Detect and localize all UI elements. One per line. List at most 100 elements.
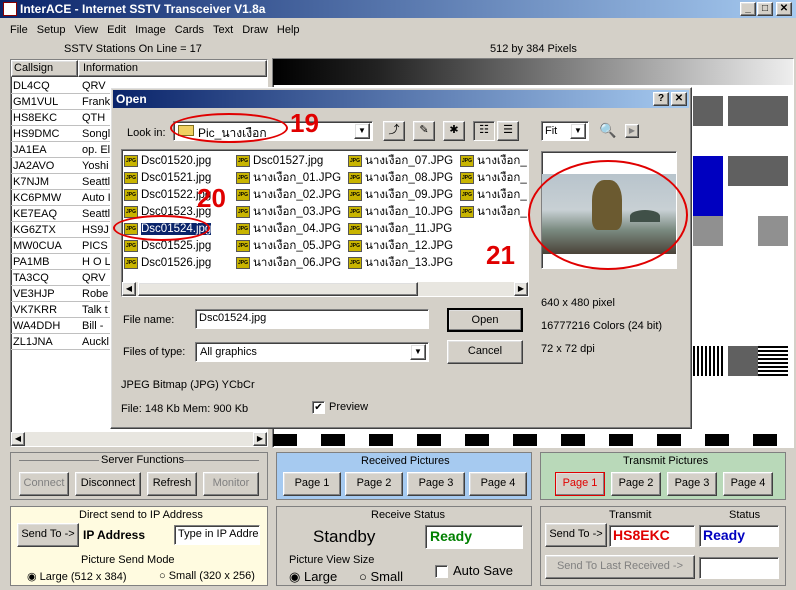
menu-item-setup[interactable]: Setup	[37, 24, 66, 36]
jpg-file-icon: JPG	[236, 188, 250, 201]
refresh-button[interactable]: Refresh	[147, 472, 197, 496]
maximize-icon[interactable]: □	[757, 2, 773, 16]
file-item[interactable]: JPG นางเงือก_11.JPG	[348, 221, 452, 237]
view-small-radio[interactable]: ○ Small	[359, 569, 403, 584]
file-item[interactable]: JPG นางเงือก_07.JPG	[348, 153, 453, 169]
file-item[interactable]: JPG นางเงือก_	[460, 153, 527, 169]
file-item[interactable]: JPG นางเงือก_05.JPG	[236, 238, 341, 254]
preview-checkbox[interactable]: ✔	[312, 401, 325, 414]
received-page-3-button[interactable]: Page 3	[407, 472, 465, 496]
look-in-dropdown-icon[interactable]: ▼	[354, 123, 370, 139]
desktop-icon[interactable]: ✎	[413, 121, 435, 141]
received-page-4-button[interactable]: Page 4	[469, 472, 527, 496]
file-item[interactable]: JPG นางเงือก_	[460, 170, 527, 186]
stations-header: SSTV Stations On Line = 17	[64, 43, 202, 55]
scroll-left-icon[interactable]: ◀	[11, 432, 25, 446]
ip-address-input[interactable]: Type in IP Address	[174, 525, 260, 545]
menu-item-view[interactable]: View	[74, 24, 98, 36]
menu-item-cards[interactable]: Cards	[175, 24, 204, 36]
next-icon[interactable]: ▶	[625, 124, 639, 138]
list-view-icon[interactable]: ☷	[473, 121, 495, 141]
zoom-value: Fit	[545, 125, 558, 137]
received-page-2-button[interactable]: Page 2	[345, 472, 403, 496]
transmit_pics-page-1-button[interactable]: Page 1	[555, 472, 605, 496]
file-name: นางเงือก_	[477, 206, 527, 218]
zoom-dropdown-icon[interactable]: ▼	[570, 123, 586, 139]
jpg-file-icon: JPG	[236, 239, 250, 252]
radio-checked-icon: ◉	[289, 569, 301, 584]
zoom-combo[interactable]: Fit ▼	[541, 121, 589, 141]
file-scroll-left-icon[interactable]: ◀	[122, 282, 136, 296]
file-type-dropdown-icon[interactable]: ▼	[410, 344, 426, 360]
open-button[interactable]: Open	[447, 308, 523, 332]
transmit-send-button[interactable]: Send To ->	[545, 523, 607, 547]
file-name: นางเงือก_	[477, 189, 527, 201]
transmit-callsign[interactable]: HS8EKC	[609, 525, 695, 547]
file-item[interactable]: JPG นางเงือก_10.JPG	[348, 204, 453, 220]
mode-small-radio[interactable]: ○ Small (320 x 256)	[159, 570, 255, 582]
station-info: PICS	[82, 240, 108, 252]
menu-item-text[interactable]: Text	[213, 24, 233, 36]
file-item[interactable]: JPG นางเงือก_04.JPG	[236, 221, 341, 237]
file-item[interactable]: JPG Dsc01526.jpg	[124, 255, 211, 271]
file-item[interactable]: JPG นางเงือก_02.JPG	[236, 187, 341, 203]
file-name-input[interactable]: Dsc01524.jpg	[195, 309, 429, 329]
file-item[interactable]: JPG นางเงือก_06.JPG	[236, 255, 341, 271]
file-item[interactable]: JPG Dsc01520.jpg	[124, 153, 211, 169]
column-callsign[interactable]: Callsign	[11, 60, 78, 77]
mode-large-radio[interactable]: ◉ Large (512 x 384)	[27, 570, 127, 583]
file-item[interactable]: JPG นางเงือก_08.JPG	[348, 170, 453, 186]
menu-item-draw[interactable]: Draw	[242, 24, 268, 36]
disconnect-button[interactable]: Disconnect	[75, 472, 141, 496]
view-small-label: Small	[370, 569, 403, 584]
file-hscrollbar[interactable]: ◀ ▶	[122, 282, 528, 296]
jpg-file-icon: JPG	[460, 188, 474, 201]
file-item[interactable]: JPG นางเงือก_13.JPG	[348, 255, 453, 271]
column-information[interactable]: Information	[78, 60, 267, 77]
view-large-radio[interactable]: ◉ Large	[289, 569, 337, 585]
scroll-right-icon[interactable]: ▶	[253, 432, 267, 446]
stations-hscrollbar[interactable]: ◀ ▶	[11, 432, 267, 446]
menu-item-edit[interactable]: Edit	[107, 24, 126, 36]
file-item[interactable]: JPG นางเงือก_12.JPG	[348, 238, 453, 254]
jpg-file-icon: JPG	[348, 256, 362, 269]
send-mode-title: Picture Send Mode	[81, 554, 175, 566]
details-view-icon[interactable]: ☰	[497, 121, 519, 141]
transmit_pics-page-3-button[interactable]: Page 3	[667, 472, 717, 496]
station-info: Robe	[82, 288, 109, 300]
help-icon[interactable]: ?	[653, 92, 669, 106]
close-icon[interactable]: ✕	[776, 2, 792, 16]
file-item[interactable]: JPG นางเงือก_01.JPG	[236, 170, 341, 186]
new-folder-icon[interactable]: ✱	[443, 121, 465, 141]
file-scroll-right-icon[interactable]: ▶	[514, 282, 528, 296]
minimize-icon[interactable]: _	[740, 2, 756, 16]
file-item[interactable]: JPG Dsc01527.jpg	[236, 153, 323, 169]
send-last-received-button[interactable]: Send To Last Received ->	[545, 555, 695, 579]
file-item[interactable]: JPG นางเงือก_	[460, 204, 527, 220]
file-item[interactable]: JPG นางเงือก_09.JPG	[348, 187, 453, 203]
file-item[interactable]: JPG นางเงือก_	[460, 187, 527, 203]
server-functions-panel: Server Functions Connect Disconnect Refr…	[10, 452, 268, 500]
received-page-1-button[interactable]: Page 1	[283, 472, 341, 496]
transmit_pics-page-2-button[interactable]: Page 2	[611, 472, 661, 496]
menu-item-file[interactable]: File	[10, 24, 28, 36]
dialog-close-icon[interactable]: ✕	[671, 92, 687, 106]
file-item[interactable]: JPG นางเงือก_03.JPG	[236, 204, 341, 220]
station-callsign: VE3HJP	[13, 288, 55, 300]
up-folder-icon[interactable]: ⤴	[383, 121, 405, 141]
jpg-file-icon: JPG	[460, 205, 474, 218]
direct-send-button[interactable]: Send To ->	[17, 523, 79, 547]
file-scroll-thumb[interactable]	[138, 282, 418, 296]
cancel-button[interactable]: Cancel	[447, 340, 523, 364]
file-type-combo[interactable]: All graphics ▼	[195, 342, 429, 362]
file-name: นางเงือก_09.JPG	[365, 189, 454, 201]
monitor-button[interactable]: Monitor	[203, 472, 259, 496]
transmit_pics-page-4-button[interactable]: Page 4	[723, 472, 773, 496]
menu-item-image[interactable]: Image	[135, 24, 166, 36]
received-pictures-title: Received Pictures	[361, 455, 450, 467]
menu-item-help[interactable]: Help	[277, 24, 300, 36]
preview-zoom-icon[interactable]: 🔍	[599, 122, 617, 140]
auto-save-checkbox[interactable]	[435, 565, 448, 578]
station-info: Auckl	[82, 336, 109, 348]
connect-button[interactable]: Connect	[19, 472, 69, 496]
